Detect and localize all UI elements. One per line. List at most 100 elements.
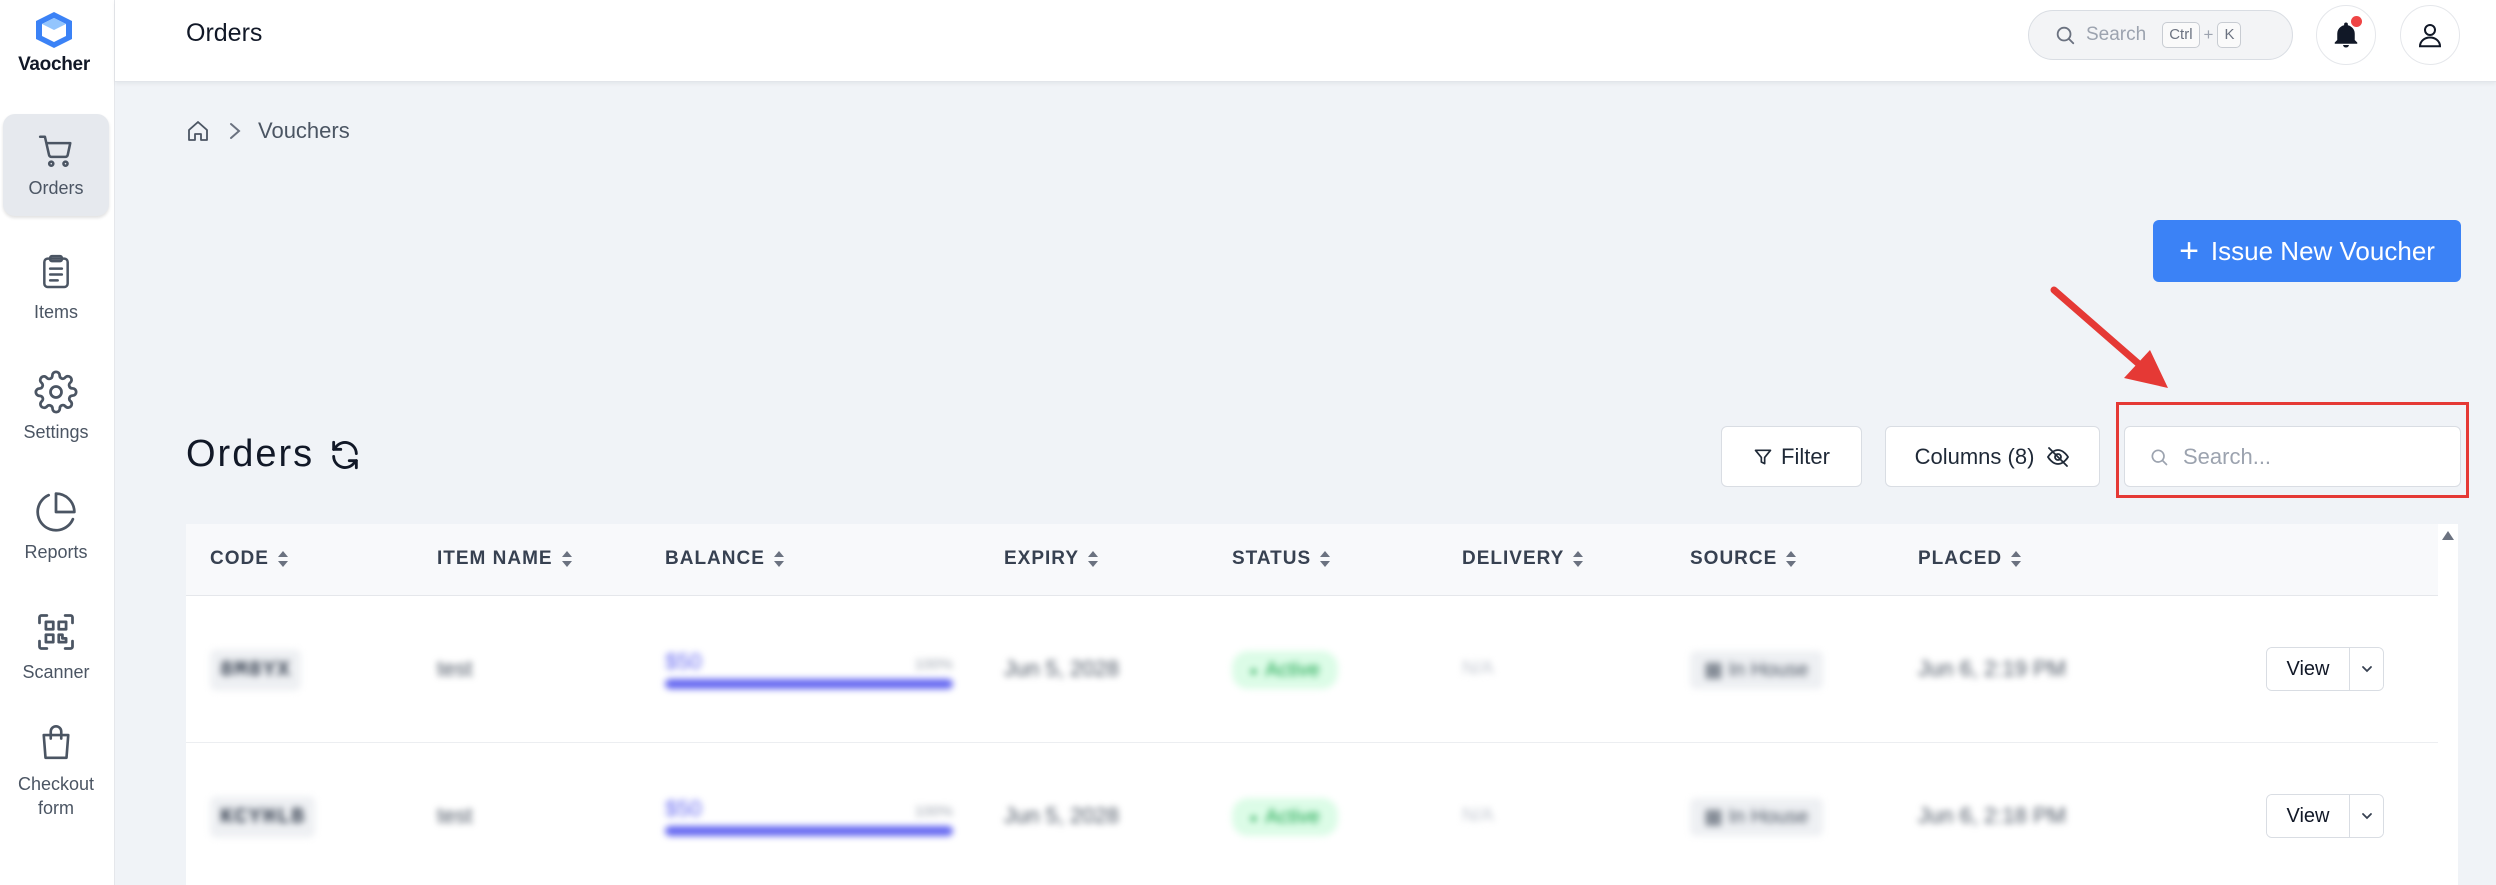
cell-expiry: Jun 5, 2028 [1004, 656, 1119, 681]
sort-icon [561, 550, 573, 568]
annotation-arrow [2050, 286, 2168, 388]
global-search-label: Search [2086, 24, 2147, 45]
notifications-button[interactable] [2316, 5, 2376, 65]
row-menu-button[interactable] [2350, 648, 2383, 690]
chevron-down-icon [2361, 666, 2372, 673]
hexagon-logo-icon [36, 12, 72, 48]
cell-status: Active [1232, 651, 1338, 689]
breadcrumb-current[interactable]: Vouchers [258, 118, 350, 144]
code-chip: KCYHLB [210, 796, 316, 838]
column-header-status[interactable]: STATUS [1232, 548, 1331, 570]
issue-new-voucher-button[interactable]: + Issue New Voucher [2153, 220, 2461, 282]
sidebar-item-checkout-form[interactable]: Checkout form [3, 720, 109, 820]
sidebar-item-label: Scanner [22, 662, 90, 682]
global-search[interactable]: Search Ctrl + K [2028, 10, 2293, 60]
cell-expiry: Jun 5, 2028 [1004, 803, 1119, 828]
filter-label: Filter [1781, 443, 1830, 469]
columns-button[interactable]: Columns (8) [1885, 426, 2100, 487]
search-icon [2056, 26, 2075, 45]
row-actions: View [2266, 794, 2384, 838]
refresh-icon[interactable] [328, 438, 362, 472]
cell-source: ▦ In House [1690, 798, 1823, 836]
sort-icon [277, 550, 289, 568]
kbd-plus: + [2203, 25, 2214, 44]
home-icon[interactable] [186, 119, 210, 143]
eye-off-icon [2047, 446, 2070, 467]
sidebar-item-orders[interactable]: Orders [3, 114, 109, 216]
cell-delivery: N/A [1462, 658, 1494, 679]
view-button[interactable]: View [2267, 795, 2350, 837]
table-scrollbar[interactable] [2438, 524, 2458, 885]
cart-icon [38, 135, 72, 167]
column-header-delivery[interactable]: DELIVERY [1462, 548, 1584, 570]
scroll-up-arrow-icon[interactable] [2440, 528, 2456, 544]
cell-status: Active [1232, 798, 1338, 836]
sidebar-item-scanner[interactable]: Scanner [3, 610, 109, 683]
view-button[interactable]: View [2267, 648, 2350, 690]
sidebar-item-reports[interactable]: Reports [3, 490, 109, 563]
column-header-balance[interactable]: BALANCE [665, 548, 785, 570]
notification-dot [2351, 16, 2362, 27]
row-menu-button[interactable] [2350, 795, 2383, 837]
page-title: Orders [186, 19, 263, 47]
code-chip: 8M8YX [210, 649, 302, 691]
sort-icon [2010, 550, 2022, 568]
keyboard-shortcut: Ctrl + K [2162, 22, 2242, 48]
cell-balance: $50 100% [665, 649, 953, 689]
column-header-label: EXPIRY [1004, 548, 1079, 569]
column-header-label: DELIVERY [1462, 548, 1565, 569]
table-header: CODE ITEM NAME BALANCE EXPIRY STATUS DEL… [186, 524, 2438, 596]
clipboard-icon [43, 254, 69, 289]
column-header-label: ITEM NAME [437, 548, 553, 569]
cell-code: 8M8YX [210, 649, 302, 691]
column-header-code[interactable]: CODE [210, 548, 289, 570]
sidebar-item-label: Settings [23, 422, 89, 442]
filter-icon [1754, 449, 1772, 464]
sidebar-item-items[interactable]: Items [3, 250, 109, 323]
sort-icon [1319, 550, 1331, 568]
user-icon [2418, 24, 2442, 48]
source-badge: ▦ In House [1690, 651, 1823, 689]
brand-logo[interactable]: Vaocher [0, 10, 108, 76]
kbd-ctrl: Ctrl [2162, 22, 2200, 48]
column-header-source[interactable]: SOURCE [1690, 548, 1797, 570]
breadcrumb: Vouchers [186, 118, 350, 144]
balance-percent: 100% [914, 656, 953, 673]
orders-table: CODE ITEM NAME BALANCE EXPIRY STATUS DEL… [186, 524, 2438, 885]
source-label: In House [1728, 806, 1809, 828]
row-actions: View [2266, 647, 2384, 691]
sidebar-item-label: Reports [24, 542, 88, 562]
section-title: Orders [186, 433, 362, 476]
filter-button[interactable]: Filter [1721, 426, 1862, 487]
cell-delivery: N/A [1462, 805, 1494, 826]
top-bar: Orders Search Ctrl + K [115, 0, 2496, 82]
profile-button[interactable] [2400, 5, 2460, 65]
gear-icon [34, 370, 78, 414]
table-row[interactable]: 8M8YX test $50 100% Jun 5, 2028 Active N… [186, 596, 2438, 743]
column-header-label: PLACED [1918, 548, 2003, 569]
cell-balance: $50 100% [665, 796, 953, 836]
kbd-k: K [2217, 22, 2242, 48]
cell-source: ▦ In House [1690, 651, 1823, 689]
brand-name: Vaocher [18, 54, 90, 75]
sidebar-item-settings[interactable]: Settings [3, 370, 109, 443]
column-header-item-name[interactable]: ITEM NAME [437, 548, 573, 570]
columns-label: Columns (8) [1914, 443, 2035, 469]
status-badge: Active [1232, 798, 1338, 836]
column-header-label: STATUS [1232, 548, 1312, 569]
column-header-label: CODE [210, 548, 269, 569]
column-header-expiry[interactable]: EXPIRY [1004, 548, 1099, 570]
table-row[interactable]: KCYHLB test $50 100% Jun 5, 2028 Active … [186, 743, 2438, 885]
sort-icon [1785, 550, 1797, 568]
column-header-placed[interactable]: PLACED [1918, 548, 2022, 570]
sort-icon [773, 550, 785, 568]
sort-icon [1572, 550, 1584, 568]
cell-item-name: test [437, 656, 473, 681]
qr-scan-icon [38, 614, 74, 650]
issue-new-voucher-label: Issue New Voucher [2210, 235, 2435, 266]
sidebar-item-label: Checkout form [17, 774, 95, 818]
sidebar: Vaocher Orders Items Settings Reports Sc… [0, 0, 115, 885]
source-badge: ▦ In House [1690, 798, 1823, 836]
cell-item-name: test [437, 803, 473, 828]
balance-amount: $50 [665, 796, 702, 821]
